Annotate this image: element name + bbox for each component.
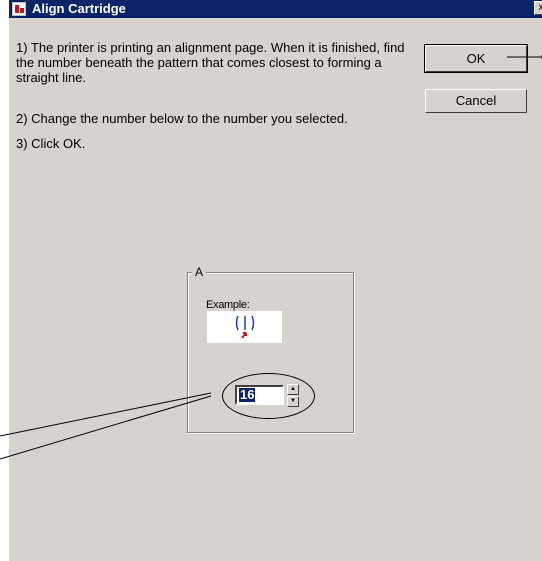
input-callout-line-2 bbox=[0, 395, 212, 460]
callout-lines bbox=[0, 55, 542, 460]
input-callout-line-1 bbox=[0, 392, 212, 437]
